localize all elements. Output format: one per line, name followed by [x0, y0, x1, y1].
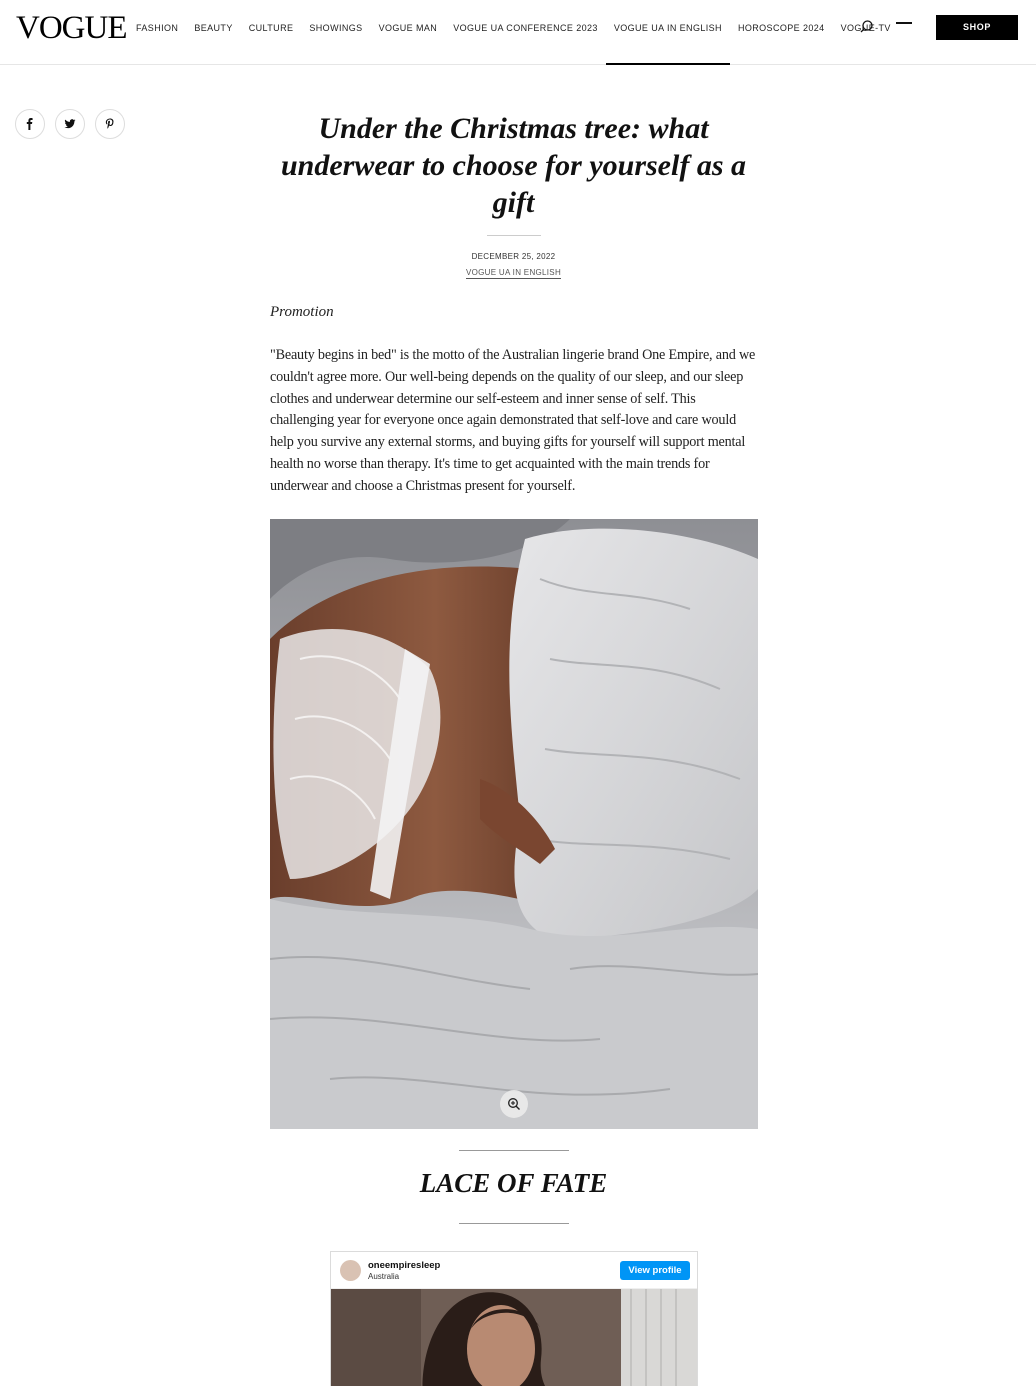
shop-button[interactable]: SHOP	[936, 15, 1018, 40]
instagram-location: Australia	[368, 1272, 400, 1281]
title-divider	[487, 235, 541, 236]
main-nav: FASHION BEAUTY CULTURE SHOWINGS VOGUE MA…	[128, 0, 899, 65]
instagram-header: oneempiresleep Australia View profile	[331, 1252, 697, 1289]
menu-icon[interactable]	[896, 16, 912, 26]
site-header: VOGUE FASHION BEAUTY CULTURE SHOWINGS VO…	[0, 0, 1036, 65]
search-icon[interactable]	[859, 19, 875, 35]
section-title: LACE OF FATE	[419, 1168, 608, 1198]
view-profile-button[interactable]: View profile	[620, 1261, 690, 1280]
avatar[interactable]	[340, 1260, 361, 1281]
section-divider-bottom	[459, 1223, 569, 1224]
nav-item-culture[interactable]: CULTURE	[241, 0, 302, 64]
nav-item-conference[interactable]: VOGUE UA CONFERENCE 2023	[445, 0, 606, 64]
facebook-icon[interactable]	[15, 109, 45, 139]
nav-item-vogue-ua-english[interactable]: VOGUE UA IN ENGLISH	[605, 0, 731, 65]
nav-item-fashion[interactable]: FASHION	[128, 0, 186, 64]
category-link-wrap: VOGUE UA IN ENGLISH	[270, 268, 757, 279]
instagram-image-illustration	[331, 1289, 697, 1386]
photo-illustration	[270, 519, 758, 1129]
category-link[interactable]: VOGUE UA IN ENGLISH	[465, 268, 562, 279]
article-intro: "Beauty begins in bed" is the motto of t…	[270, 347, 756, 494]
instagram-username[interactable]: oneempiresleep	[368, 1260, 440, 1271]
twitter-icon[interactable]	[55, 109, 85, 139]
section-divider-top	[459, 1150, 569, 1151]
nav-item-vogue-man[interactable]: VOGUE MAN	[371, 0, 446, 64]
zoom-icon[interactable]	[500, 1090, 528, 1118]
vogue-logo[interactable]: VOGUE	[16, 10, 127, 46]
instagram-embed[interactable]: oneempiresleep Australia View profile	[330, 1251, 698, 1386]
promo-label: Promotion	[270, 304, 334, 320]
article-date: DECEMBER 25, 2022	[471, 252, 556, 261]
article-title: Under the Christmas tree: what underwear…	[280, 112, 746, 219]
nav-item-beauty[interactable]: BEAUTY	[186, 0, 240, 64]
article-photo[interactable]	[270, 519, 758, 1129]
share-bar	[15, 109, 125, 139]
instagram-post-image[interactable]	[331, 1289, 697, 1386]
pinterest-icon[interactable]	[95, 109, 125, 139]
nav-item-horoscope[interactable]: HOROSCOPE 2024	[730, 0, 833, 64]
nav-item-showings[interactable]: SHOWINGS	[301, 0, 370, 64]
